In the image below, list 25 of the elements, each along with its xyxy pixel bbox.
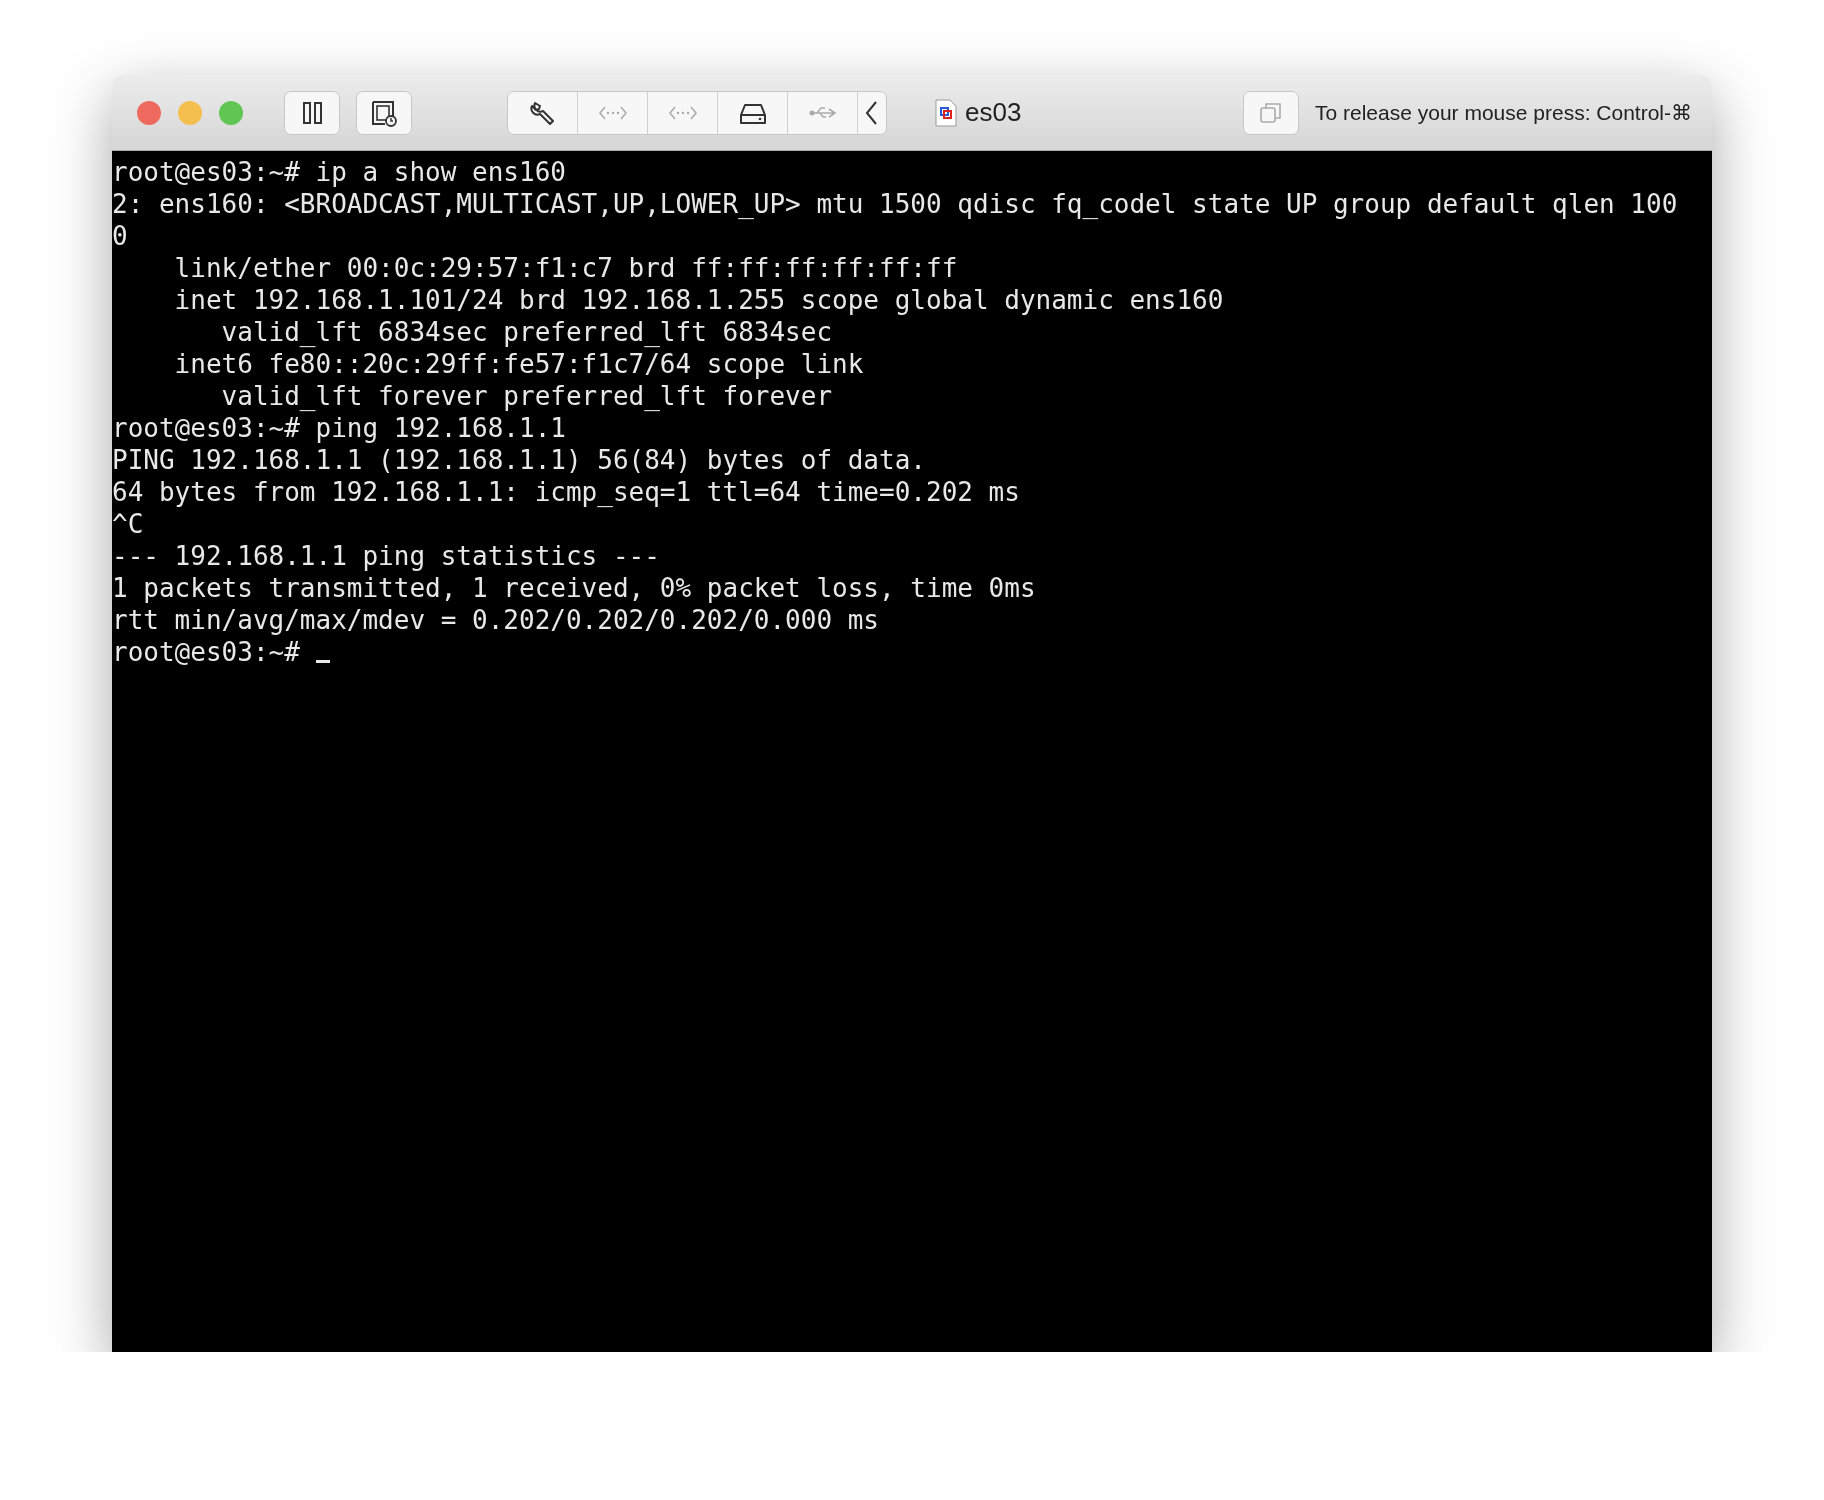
terminal-line: valid_lft forever preferred_lft forever <box>220 381 833 411</box>
zoom-window-button[interactable] <box>219 100 243 125</box>
terminal-line: 2: ens160: <BROADCAST,MULTICAST,UP,LOWER_UP> mtu 1500 qdisc fq_codel state UP group default qlen 100 <box>112 189 1678 219</box>
terminal-line: root@es03:~# ping 192.168.1.1 <box>112 413 566 443</box>
document-icon <box>935 98 957 127</box>
terminal-line: root@es03:~# ip a show ens160 <box>112 157 566 187</box>
terminal-line: inet 192.168.1.101/24 brd 192.168.1.255 scope global dynamic ens160 <box>173 285 1224 315</box>
release-mouse-hint: To release your mouse press: Control-⌘ <box>1315 99 1692 126</box>
terminal-line: rtt min/avg/max/mdev = 0.202/0.202/0.202/0.000 ms <box>112 605 879 635</box>
terminal-line: 1 packets transmitted, 1 received, 0% packet loss, time 0ms <box>112 573 1036 603</box>
close-window-button[interactable] <box>137 100 161 125</box>
terminal-line: root@es03:~# <box>112 637 300 667</box>
terminal-line: 0 <box>112 221 128 251</box>
terminal-line: inet6 fe80::20c:29ff:fe57:f1c7/64 scope link <box>173 349 864 379</box>
terminal-line: link/ether 00:0c:29:57:f1:c7 brd ff:ff:ff:ff:ff:ff <box>173 253 958 283</box>
terminal-line: PING 192.168.1.1 (192.168.1.1) 56(84) bytes of data. <box>112 445 926 475</box>
window-title: es03 <box>965 96 1022 129</box>
terminal-line: ^C <box>112 509 144 539</box>
snapshot-icon <box>370 98 398 127</box>
minimize-window-button[interactable] <box>178 100 202 125</box>
pause-button[interactable] <box>284 90 340 135</box>
terminal-line: valid_lft 6834sec preferred_lft 6834sec <box>220 317 833 347</box>
snapshot-button[interactable] <box>356 90 412 135</box>
terminal-line: 64 bytes from 192.168.1.1: icmp_seq=1 ttl=64 time=0.202 ms <box>112 477 1020 507</box>
terminal-line: --- 192.168.1.1 ping statistics --- <box>112 541 660 571</box>
